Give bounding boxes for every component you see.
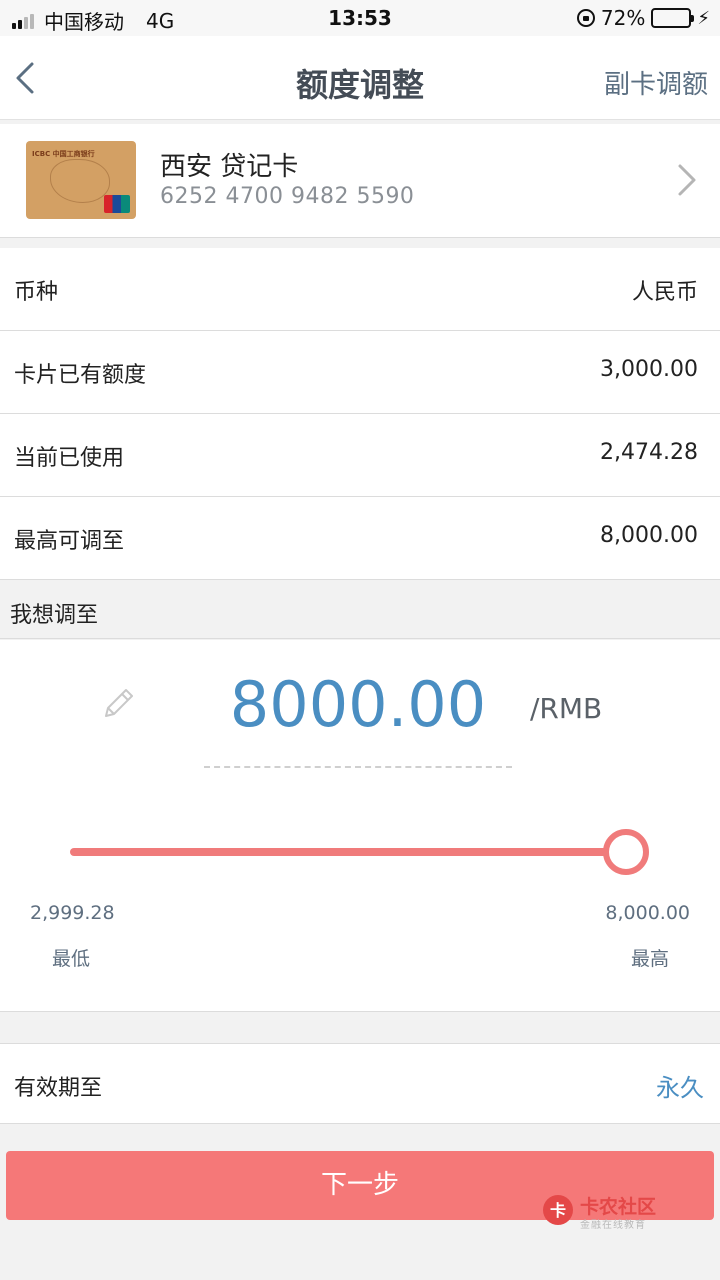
watermark-logo-icon: 卡 [543,1195,573,1225]
info-value: 8,000.00 [600,523,698,548]
slider-max-value: 8,000.00 [605,902,690,924]
battery-percent: 72% [600,6,646,30]
validity-row[interactable]: 有效期至 永久 [0,1043,720,1124]
limit-slider-thumb[interactable] [603,829,649,875]
info-label: 当前已使用 [14,446,125,471]
card-map-pattern [50,159,110,203]
supplementary-card-adjust-button[interactable]: 副卡调额 [604,64,708,101]
validity-value[interactable]: 永久 [656,1068,704,1103]
svg-text:卡: 卡 [550,1201,566,1220]
slider-min-label: 最低 [52,948,91,970]
chevron-right-icon [678,164,696,196]
amount-underline [204,766,512,768]
watermark-title: 卡农社区 [580,1196,657,1218]
limit-slider-track[interactable] [70,848,626,856]
slider-min-value: 2,999.28 [30,902,115,924]
slider-max-label: 最高 [630,948,669,970]
info-value: 人民币 [631,280,698,305]
info-label: 币种 [14,280,59,305]
info-label: 卡片已有额度 [14,363,147,388]
info-row-max-limit: 最高可调至 8,000.00 [0,497,720,580]
watermark: 卡 卡农社区 金融在线教育 [540,1190,670,1231]
status-bar: 中国移动 4G 13:53 72% ⚡ [0,0,720,36]
adjust-section-label: 我想调至 [10,603,99,628]
card-bank-logo: ICBC 中国工商银行 [32,150,95,158]
pencil-icon[interactable] [100,684,138,722]
info-row-currency: 币种 人民币 [0,248,720,331]
info-label: 最高可调至 [14,529,125,554]
card-number: 6252 4700 9482 5590 [160,184,415,209]
info-row-used: 当前已使用 2,474.28 [0,414,720,497]
amount-panel: 8000.00 /RMB 2,999.28 最低 8,000.00 最高 [0,640,720,1012]
adjust-section-header: 我想调至 [0,581,720,639]
card-name: 西安 贷记卡 [160,152,299,182]
amount-input[interactable]: 8000.00 [200,668,516,741]
battery-icon [651,8,695,28]
amount-unit: /RMB [530,692,603,725]
info-value: 3,000.00 [600,357,698,382]
watermark-subtitle: 金融在线教育 [580,1220,646,1231]
validity-label: 有效期至 [14,1076,103,1101]
status-right: 72% ⚡ [576,6,710,30]
nav-bar: 额度调整 副卡调额 [0,36,720,120]
card-image: ICBC 中国工商银行 [26,141,136,219]
rotation-lock-icon [576,9,595,27]
charging-icon: ⚡ [697,7,710,29]
info-list: 币种 人民币 卡片已有额度 3,000.00 当前已使用 2,474.28 最高… [0,248,720,580]
info-row-current-limit: 卡片已有额度 3,000.00 [0,331,720,414]
card-selector[interactable]: ICBC 中国工商银行 西安 贷记卡 6252 4700 9482 5590 [0,124,720,238]
info-value: 2,474.28 [600,440,698,465]
unionpay-logo-icon [104,195,130,213]
